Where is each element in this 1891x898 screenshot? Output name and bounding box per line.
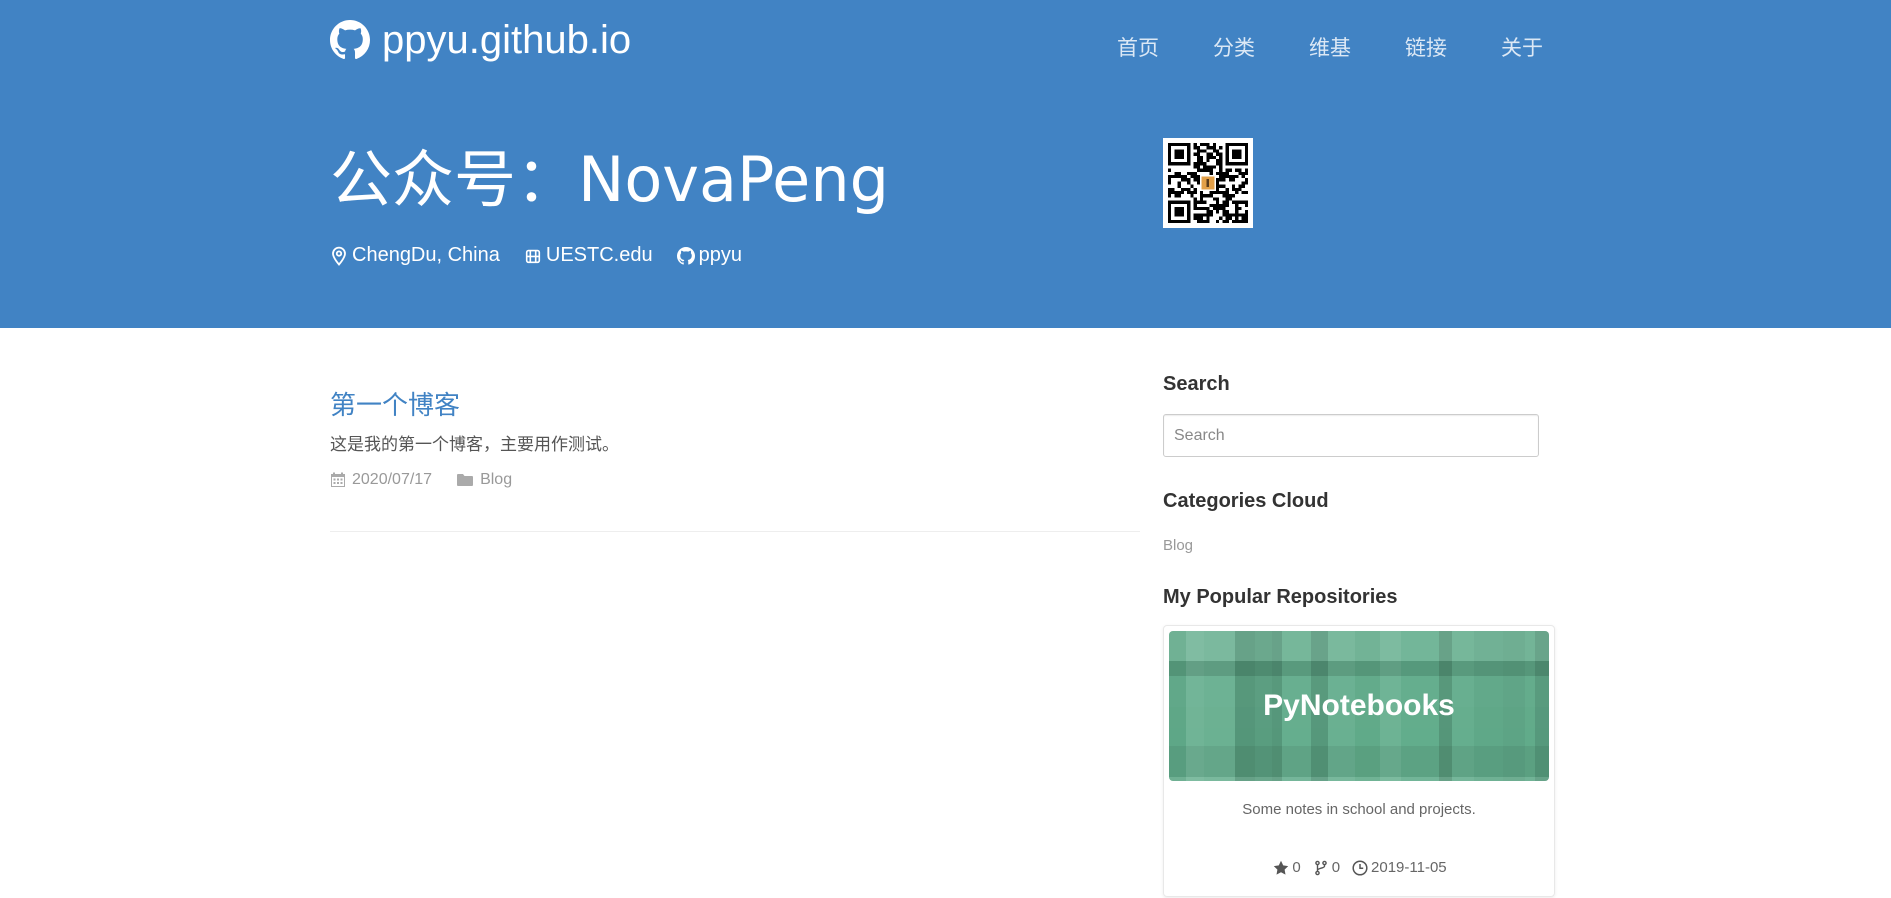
repo-card: PyNotebooks Some notes in school and pro… — [1163, 625, 1555, 897]
github-icon — [676, 246, 695, 265]
categories-heading: Categories Cloud — [1163, 490, 1329, 512]
search-input[interactable] — [1163, 414, 1539, 457]
brand-title: ppyu.github.io — [382, 18, 632, 62]
repo-forks-count: 0 — [1331, 859, 1341, 876]
fork-icon — [1314, 860, 1327, 875]
nav-item-about[interactable]: 关于 — [1501, 32, 1543, 62]
location-item: ChengDu, China — [330, 244, 500, 267]
category-tag-blog[interactable]: Blog — [1163, 537, 1193, 554]
post-meta: 2020/07/17 Blog — [330, 471, 1140, 489]
post-date: 2020/07/17 — [330, 471, 432, 489]
wechat-qr-code — [1163, 138, 1253, 228]
post-item: 第一个博客 这是我的第一个博客，主要用作测试。 2020/07/17 Blog — [330, 388, 1140, 489]
post-date-text: 2020/07/17 — [352, 471, 433, 488]
nav-item-categories[interactable]: 分类 — [1213, 32, 1255, 62]
location-text: ChengDu, China — [352, 244, 500, 266]
site-header: ppyu.github.io 首页 分类 维基 链接 关于 公众号：NovaPe… — [0, 0, 1891, 328]
post-title-link[interactable]: 第一个博客 — [330, 388, 460, 424]
folder-icon — [457, 474, 474, 486]
post-category[interactable]: Blog — [456, 471, 512, 489]
organization-text: UESTC.edu — [545, 244, 653, 266]
calendar-icon — [331, 472, 345, 487]
post-divider — [330, 531, 1140, 532]
repo-updated: 2019-11-05 — [1352, 859, 1447, 876]
post-category-text: Blog — [480, 471, 513, 488]
repos-heading: My Popular Repositories — [1163, 586, 1398, 608]
page-title: 公众号：NovaPeng — [330, 143, 889, 216]
sidebar: Search Categories Cloud Blog My Popular … — [1163, 370, 1555, 897]
github-icon — [330, 20, 370, 60]
brand-link[interactable]: ppyu.github.io — [330, 18, 631, 62]
github-item[interactable]: ppyu — [676, 244, 742, 267]
post-excerpt: 这是我的第一个博客，主要用作测试。 — [330, 435, 619, 455]
nav-item-links[interactable]: 链接 — [1405, 32, 1447, 62]
main-nav: 首页 分类 维基 链接 关于 — [1063, 32, 1543, 62]
map-marker-icon — [332, 246, 346, 266]
repo-stars-count: 0 — [1292, 859, 1301, 876]
nav-item-home[interactable]: 首页 — [1117, 32, 1159, 62]
repo-name: PyNotebooks — [1263, 689, 1455, 722]
repo-updated-date: 2019-11-05 — [1371, 859, 1447, 876]
qr-code-image — [1168, 143, 1248, 223]
organization-icon — [525, 249, 540, 263]
repo-forks: 0 — [1313, 859, 1340, 876]
clock-icon — [1352, 859, 1368, 876]
search-heading: Search — [1163, 373, 1230, 395]
profile-meta: ChengDu, China UESTC.edu ppyu — [330, 244, 766, 267]
nav-item-wiki[interactable]: 维基 — [1309, 32, 1351, 62]
github-username: ppyu — [698, 244, 742, 266]
organization-item: UESTC.edu — [524, 244, 653, 267]
repo-banner[interactable]: PyNotebooks — [1169, 631, 1549, 781]
repo-stats: 0 0 2019-11-05 — [1164, 859, 1556, 876]
star-icon — [1274, 860, 1289, 875]
repo-stars: 0 — [1273, 859, 1301, 876]
repo-description: Some notes in school and projects. — [1242, 801, 1476, 818]
